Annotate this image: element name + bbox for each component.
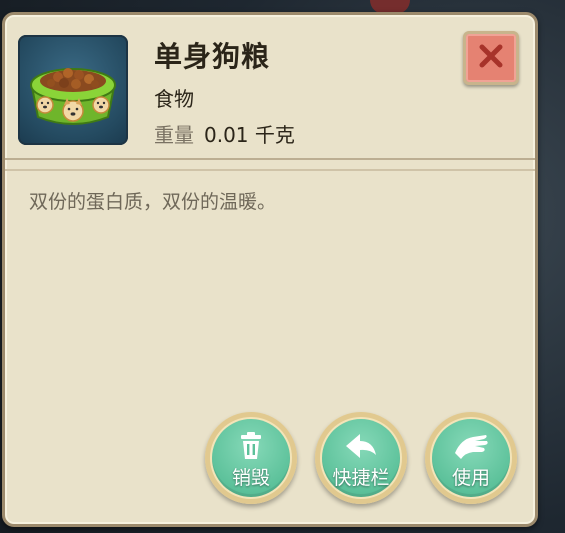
- destroy-button-face: 销毁: [212, 419, 290, 497]
- weight-label: 重量: [154, 123, 194, 147]
- header-divider-secondary: [5, 169, 535, 171]
- header-divider: [5, 158, 535, 160]
- close-icon: [477, 42, 505, 74]
- item-type: 食物: [154, 87, 194, 111]
- item-description: 双份的蛋白质，双份的温暖。: [29, 191, 277, 213]
- hand-icon: [453, 431, 489, 465]
- trash-icon: [236, 431, 266, 465]
- close-button[interactable]: [463, 31, 519, 85]
- destroy-button[interactable]: 销毁: [205, 412, 297, 504]
- weight-value: 0.01 千克: [204, 123, 295, 147]
- use-label: 使用: [451, 467, 490, 489]
- quickbar-label: 快捷栏: [332, 467, 390, 489]
- use-button-face: 使用: [432, 419, 510, 497]
- quickbar-button-face: 快捷栏: [322, 419, 400, 497]
- item-detail-panel: 单身狗粮 食物 重量 0.01 千克 双份的蛋白质，双份的温暖。 销毁 快捷栏 …: [2, 12, 538, 527]
- item-header: 单身狗粮 食物 重量 0.01 千克: [5, 15, 535, 159]
- quickbar-button[interactable]: 快捷栏: [315, 412, 407, 504]
- arrow-back-icon: [343, 431, 379, 465]
- use-button[interactable]: 使用: [425, 412, 517, 504]
- item-title: 单身狗粮: [154, 40, 271, 73]
- dog-food-bowl-icon: [18, 35, 128, 145]
- destroy-label: 销毁: [231, 467, 270, 489]
- weight-row: 重量 0.01 千克: [154, 119, 295, 148]
